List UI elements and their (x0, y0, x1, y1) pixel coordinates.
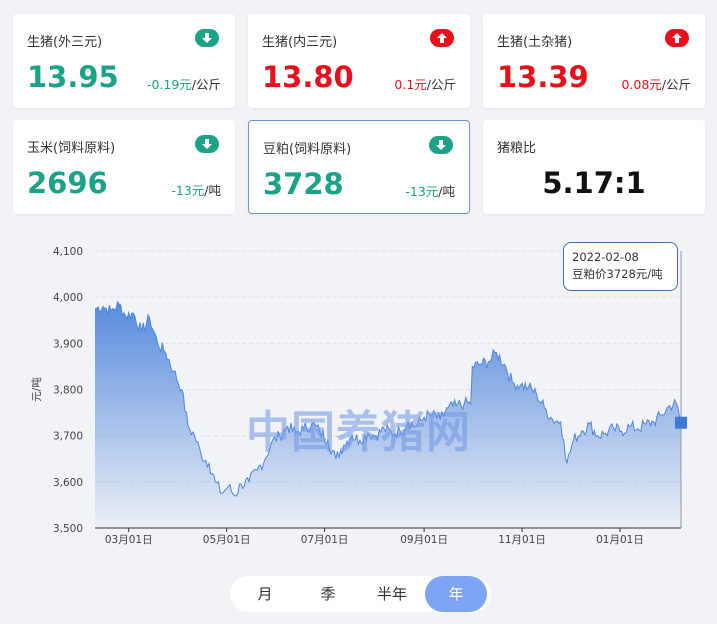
down-arrow-icon (429, 136, 453, 154)
x-tick-label: 01月01日 (596, 534, 644, 546)
card-change: 0.1元/公斤 (394, 77, 456, 92)
card-value: 13.95 (27, 60, 119, 94)
y-tick-label: 3,900 (53, 338, 83, 350)
x-tick-label: 09月01日 (400, 534, 448, 546)
card-value: 3728 (263, 167, 344, 201)
y-axis-label: 元/吨 (30, 377, 43, 402)
y-tick-label: 3,500 (53, 523, 83, 535)
tooltip-date: 2022-02-08 (572, 250, 639, 264)
up-arrow-icon (430, 29, 454, 47)
period-selector: 月 季 半年 年 (230, 576, 491, 612)
ratio-value: 5.17:1 (542, 166, 646, 200)
card-change: 0.08元/公斤 (621, 77, 691, 92)
x-tick-label: 07月01日 (301, 534, 349, 546)
price-card-tuzazhu: 生猪(土杂猪) 13.39 0.08元/公斤 (483, 14, 705, 108)
card-label: 生猪(土杂猪) (497, 35, 573, 50)
card-change: -13元/吨 (171, 183, 221, 198)
price-card-waisanyuan: 生猪(外三元) 13.95 -0.19元/公斤 (13, 14, 235, 108)
tooltip-value: 豆粕价3728元/吨 (572, 267, 663, 281)
pig-grain-ratio-card: 猪粮比 5.17:1 (483, 120, 705, 214)
y-tick-label: 3,800 (53, 385, 83, 397)
x-tick-label: 05月01日 (203, 534, 251, 546)
period-half-year-button[interactable]: 半年 (360, 576, 424, 612)
x-tick-label: 11月01日 (498, 534, 546, 546)
y-tick-label: 3,700 (53, 431, 83, 443)
price-card-neisanyuan: 生猪(内三元) 13.80 0.1元/公斤 (248, 14, 470, 108)
card-value: 13.80 (262, 60, 354, 94)
period-quarter-button[interactable]: 季 (296, 576, 360, 612)
card-value: 13.39 (497, 60, 589, 94)
data-point-marker (675, 416, 687, 429)
card-label: 猪粮比 (497, 141, 537, 156)
up-arrow-icon (665, 29, 689, 47)
card-label: 生猪(外三元) (27, 35, 103, 50)
price-card-corn[interactable]: 玉米(饲料原料) 2696 -13元/吨 (13, 120, 235, 214)
y-tick-label: 3,600 (53, 477, 83, 489)
y-tick-label: 4,000 (53, 292, 83, 304)
down-arrow-icon (195, 135, 219, 153)
series-area (95, 301, 681, 528)
down-arrow-icon (195, 29, 219, 47)
card-label: 生猪(内三元) (262, 35, 338, 50)
x-tick-label: 03月01日 (105, 534, 153, 546)
y-tick-label: 4,100 (53, 246, 83, 258)
card-value: 2696 (27, 166, 108, 200)
price-card-soymeal[interactable]: 豆粕(饲料原料) 3728 -13元/吨 (248, 120, 470, 214)
card-change: -0.19元/公斤 (146, 77, 221, 92)
card-label: 玉米(饲料原料) (27, 141, 116, 156)
chart-tooltip: 2022-02-08 豆粕价3728元/吨 (563, 242, 678, 291)
card-change: -13元/吨 (405, 184, 455, 199)
card-label: 豆粕(饲料原料) (263, 142, 352, 157)
period-year-button[interactable]: 年 (425, 576, 487, 612)
period-month-button[interactable]: 月 (234, 576, 296, 612)
